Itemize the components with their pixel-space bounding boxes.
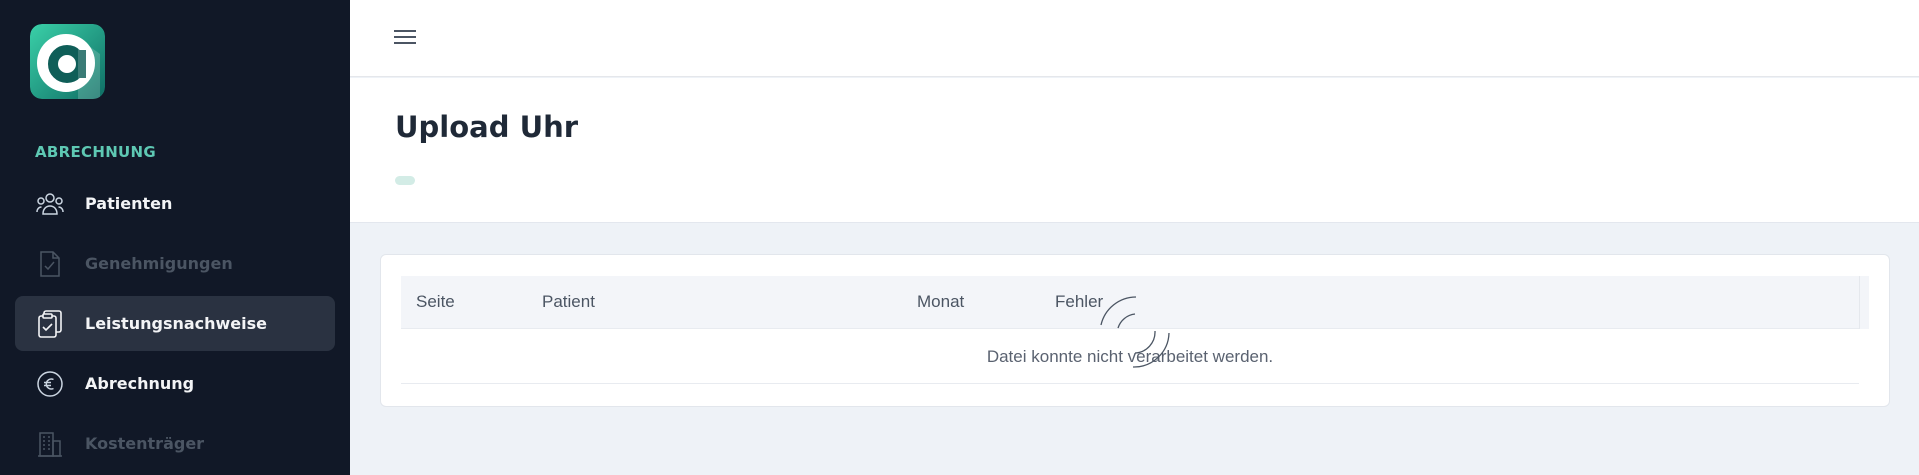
status-badge [395,176,415,185]
column-header-fehler[interactable]: Fehler [1055,292,1103,312]
sidebar-item-label: Kostenträger [85,434,205,453]
euro-icon [35,369,65,399]
table-empty-row: Datei konnte nicht verarbeitet werden. [401,330,1859,384]
column-header-monat[interactable]: Monat [917,292,964,312]
clipboard-check-icon [35,309,65,339]
column-header-patient[interactable]: Patient [542,292,595,312]
menu-icon[interactable] [392,26,418,48]
upload-results-card: Seite Patient Monat Fehler Datei konnte … [380,254,1890,407]
sidebar-item-label: Patienten [85,194,173,213]
sidebar-item-abrechnung[interactable]: Abrechnung [15,356,335,411]
sidebar: ABRECHNUNG Patienten Genehmigungen Leist… [0,0,350,475]
building-icon [35,429,65,459]
top-bar [350,0,1919,77]
section-label-abrechnung: ABRECHNUNG [35,143,157,161]
table-header: Seite Patient Monat Fehler [401,276,1869,329]
sidebar-item-leistungsnachweise[interactable]: Leistungsnachweise [15,296,335,351]
app-logo[interactable] [30,24,105,99]
empty-message: Datei konnte nicht verarbeitet werden. [986,347,1274,366]
page-header: Upload Uhr [350,78,1919,223]
document-check-icon [35,249,65,279]
users-icon [35,189,65,219]
sidebar-item-genehmigungen[interactable]: Genehmigungen [15,236,335,291]
sidebar-item-label: Leistungsnachweise [85,314,268,333]
sidebar-item-patienten[interactable]: Patienten [15,176,335,231]
sidebar-item-label: Abrechnung [85,374,195,393]
page-title: Upload Uhr [395,110,579,144]
header-scrollbar-gutter [1859,276,1869,329]
sidebar-item-label: Genehmigungen [85,254,233,273]
column-header-seite[interactable]: Seite [416,292,455,312]
sidebar-item-kostentraeger[interactable]: Kostenträger [15,416,335,471]
